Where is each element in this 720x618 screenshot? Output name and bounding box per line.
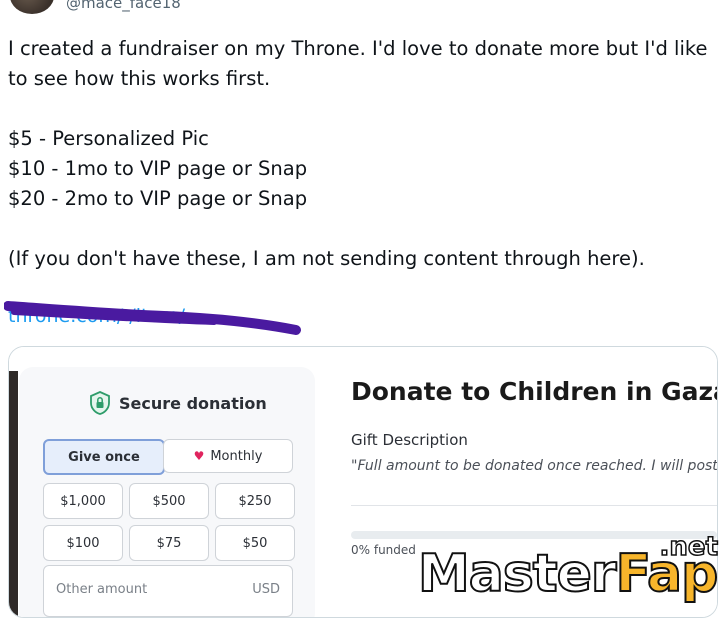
avatar[interactable] <box>10 0 54 14</box>
amount-button[interactable]: $75 <box>129 525 209 561</box>
give-once-label: Give once <box>68 449 140 465</box>
fundraiser-title: Donate to Children in Gaza <box>351 377 718 406</box>
watermark-main: Master <box>417 543 618 605</box>
amount-button[interactable]: $250 <box>215 483 295 519</box>
tweet-line: I created a fundraiser on my Throne. I'd… <box>8 37 708 90</box>
tweet-line: $20 - 2mo to VIP page or Snap <box>8 187 308 210</box>
tweet-line: (If you don't have these, I am not sendi… <box>8 247 645 270</box>
tweet-line: $5 - Personalized Pic <box>8 127 209 150</box>
amount-label: $100 <box>66 535 100 551</box>
tweet-blank-line <box>8 214 714 244</box>
card-left-strip <box>9 371 18 617</box>
watermark-logo: MasterFap .net <box>417 531 719 605</box>
gift-description-text: "Full amount to be donated once reached.… <box>351 458 717 474</box>
shield-lock-icon <box>90 391 110 415</box>
amount-button[interactable]: $1,000 <box>43 483 123 519</box>
amount-label: $1,000 <box>60 493 106 509</box>
divider <box>351 505 717 506</box>
tweet-blank-line <box>8 94 714 124</box>
other-amount-input[interactable]: Other amount USD <box>43 565 293 617</box>
amount-label: $50 <box>242 535 268 551</box>
other-amount-placeholder: Other amount <box>56 582 148 597</box>
amount-button[interactable]: $50 <box>215 525 295 561</box>
user-handle[interactable]: @mace_face18 <box>66 0 181 12</box>
redaction-scribble <box>4 301 301 335</box>
amount-button[interactable]: $100 <box>43 525 123 561</box>
monthly-tab[interactable]: ♥ Monthly <box>163 439 293 473</box>
heart-icon: ♥ <box>193 449 205 463</box>
give-once-tab[interactable]: Give once <box>43 439 165 475</box>
secure-donation-label: Secure donation <box>119 393 267 413</box>
currency-label: USD <box>252 582 280 597</box>
watermark-suffix: .net <box>659 531 719 563</box>
amount-button[interactable]: $500 <box>129 483 209 519</box>
monthly-label: Monthly <box>210 448 263 464</box>
amount-label: $75 <box>156 535 182 551</box>
funded-percentage: 0% funded <box>351 543 416 557</box>
amount-label: $250 <box>238 493 272 509</box>
tweet-text: I created a fundraiser on my Throne. I'd… <box>8 34 714 274</box>
gift-description-label: Gift Description <box>351 431 468 449</box>
secure-donation: Secure donation <box>89 391 267 415</box>
amount-label: $500 <box>152 493 186 509</box>
tweet-line: $10 - 1mo to VIP page or Snap <box>8 157 308 180</box>
